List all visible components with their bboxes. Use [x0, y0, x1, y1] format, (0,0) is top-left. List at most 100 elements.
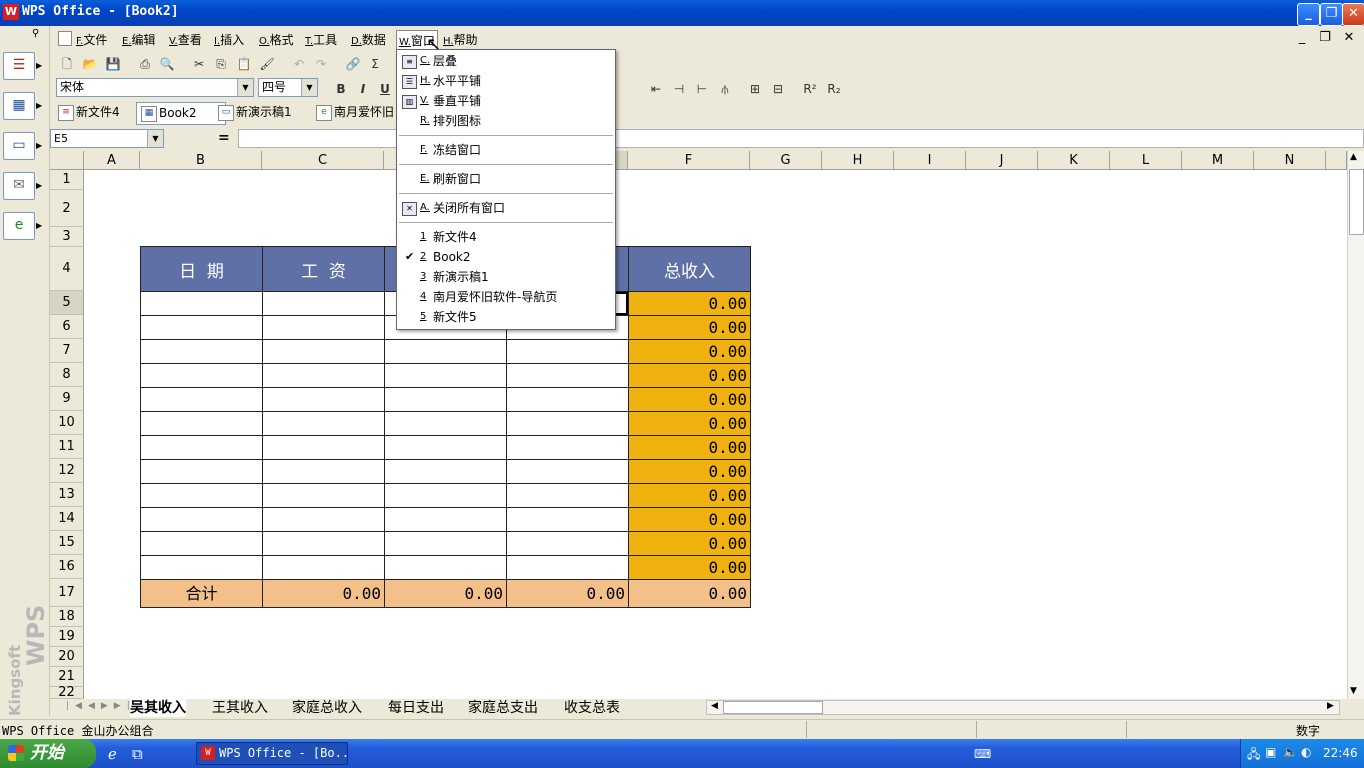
menu-item-freeze-window[interactable]: F. 冻结窗口 — [397, 141, 615, 159]
network-icon[interactable]: 🖧 — [1247, 745, 1260, 766]
distribute-icon[interactable]: ⫛ — [716, 80, 734, 98]
row-header[interactable]: 12 — [50, 459, 84, 483]
column-header[interactable]: A — [84, 151, 140, 170]
chevron-down-icon[interactable]: ▼ — [237, 79, 253, 96]
autosum-icon[interactable]: Σ — [366, 55, 384, 73]
align-right-icon[interactable]: ⊢ — [693, 80, 711, 98]
table-cell[interactable] — [262, 531, 385, 556]
doc-minimize-button[interactable]: _ — [1293, 30, 1311, 47]
sheet-tab[interactable]: 每日支出 — [388, 699, 444, 717]
total-income-cell[interactable]: 0.00 — [628, 483, 751, 508]
table-cell[interactable] — [384, 507, 507, 532]
mail-icon[interactable]: ✉ — [3, 172, 35, 200]
restore-button[interactable]: ❐ — [1320, 3, 1343, 26]
tab-doc-book2[interactable]: ▦ Book2 — [136, 102, 226, 125]
sum-cell[interactable]: 0.00 — [262, 579, 385, 608]
spreadsheet-grid[interactable]: A B C D E F G H I J K L M N 1 2 3 4 5 6 … — [50, 151, 1347, 699]
header-salary[interactable]: 工 资 — [262, 246, 385, 292]
table-cell[interactable] — [262, 435, 385, 460]
menu-item-tile-horizontal[interactable]: ☰ H. 水平平铺 — [397, 72, 615, 90]
row-header[interactable]: 16 — [50, 555, 84, 579]
table-cell[interactable] — [262, 339, 385, 364]
split-cells-icon[interactable]: ⊟ — [769, 80, 787, 98]
row-header[interactable]: 5 — [50, 291, 84, 315]
table-cell[interactable] — [506, 363, 629, 388]
row-header[interactable]: 8 — [50, 363, 84, 387]
save-icon[interactable]: 💾 — [104, 55, 122, 73]
table-cell[interactable] — [262, 555, 385, 580]
menu-item-window-2[interactable]: ✔ 2 Book2 — [397, 248, 615, 266]
row-header[interactable]: 22 — [50, 685, 84, 699]
sum-cell[interactable]: 0.00 — [384, 579, 507, 608]
row-header[interactable]: 4 — [50, 247, 84, 291]
scroll-thumb[interactable] — [1349, 169, 1364, 235]
total-income-cell[interactable]: 0.00 — [628, 363, 751, 388]
launcher-arrow-icon[interactable]: ▶ — [36, 61, 42, 70]
row-header[interactable]: 6 — [50, 315, 84, 339]
column-header[interactable]: B — [140, 151, 262, 170]
total-income-cell[interactable]: 0.00 — [628, 387, 751, 412]
table-cell[interactable] — [140, 531, 263, 556]
row-header[interactable]: 9 — [50, 387, 84, 411]
table-cell[interactable] — [262, 291, 385, 316]
table-cell[interactable] — [384, 363, 507, 388]
sum-cell[interactable]: 0.00 — [628, 579, 751, 608]
table-cell[interactable] — [140, 291, 263, 316]
menu-item-close-all[interactable]: ✕ A. 关闭所有窗口 — [397, 199, 615, 217]
table-cell[interactable] — [140, 363, 263, 388]
scroll-down-arrow-icon[interactable]: ▼ — [1350, 686, 1357, 696]
row-header[interactable]: 7 — [50, 339, 84, 363]
row-header[interactable]: 18 — [50, 607, 84, 627]
table-cell[interactable] — [384, 411, 507, 436]
sheet-nav-arrows-icon[interactable]: |◀◀▶▶| — [66, 701, 136, 711]
menu-item-window-1[interactable]: 1 新文件4 — [397, 228, 615, 246]
table-cell[interactable] — [384, 555, 507, 580]
italic-button[interactable]: I — [354, 80, 372, 98]
sheet-tab[interactable]: 家庭总支出 — [468, 699, 538, 717]
column-header[interactable]: L — [1110, 151, 1182, 170]
row-header[interactable]: 14 — [50, 507, 84, 531]
menu-data[interactable]: D.数据 — [351, 31, 386, 48]
column-header[interactable]: G — [750, 151, 822, 170]
table-cell[interactable] — [140, 435, 263, 460]
sheet-tab[interactable]: 收支总表 — [564, 699, 620, 717]
menu-help[interactable]: H.帮助 — [443, 31, 478, 48]
total-income-cell[interactable]: 0.00 — [628, 315, 751, 340]
scroll-right-arrow-icon[interactable]: ▶ — [1327, 701, 1334, 711]
taskbar-item-wps[interactable]: W WPS Office - [Bo... — [196, 742, 348, 765]
column-header[interactable]: F — [628, 151, 750, 170]
table-cell[interactable] — [384, 435, 507, 460]
print-preview-icon[interactable]: 🔍 — [158, 55, 176, 73]
table-cell[interactable] — [140, 339, 263, 364]
format-painter-icon[interactable]: 🖌 — [258, 55, 276, 73]
table-cell[interactable] — [384, 387, 507, 412]
menu-file[interactable]: F.文件 — [76, 31, 107, 48]
ie-icon[interactable]: ℯ — [108, 745, 117, 763]
open-icon[interactable]: 📂 — [81, 55, 99, 73]
table-cell[interactable] — [384, 483, 507, 508]
row-header[interactable]: 2 — [50, 190, 84, 227]
launcher-arrow-icon[interactable]: ▶ — [36, 101, 42, 110]
doc-close-button[interactable]: ✕ — [1340, 30, 1358, 47]
redo-icon[interactable]: ↷ — [312, 55, 330, 73]
row-header[interactable]: 15 — [50, 531, 84, 555]
total-income-cell[interactable]: 0.00 — [628, 459, 751, 484]
table-cell[interactable] — [262, 483, 385, 508]
paste-icon[interactable]: 📋 — [235, 55, 253, 73]
table-cell[interactable] — [262, 315, 385, 340]
name-box[interactable]: E5 ▼ — [50, 129, 164, 148]
speaker-icon[interactable]: 🔈 — [1283, 745, 1298, 759]
menu-tools[interactable]: T.工具 — [305, 31, 337, 48]
clock[interactable]: 22:46 — [1323, 746, 1358, 760]
wps-writer-icon[interactable]: ☰ — [3, 52, 35, 80]
sum-cell[interactable]: 0.00 — [506, 579, 629, 608]
menu-item-window-3[interactable]: 3 新演示稿1 — [397, 268, 615, 286]
font-name-select[interactable]: 宋体 ▼ — [56, 78, 254, 97]
row-header[interactable]: 1 — [50, 170, 84, 190]
select-all-corner[interactable] — [50, 151, 84, 170]
total-income-cell[interactable]: 0.00 — [628, 531, 751, 556]
sheet-tab[interactable]: 王其收入 — [212, 699, 268, 717]
row-header[interactable]: 10 — [50, 411, 84, 435]
total-income-cell[interactable]: 0.00 — [628, 339, 751, 364]
doc-restore-button[interactable]: ❐ — [1316, 30, 1334, 47]
